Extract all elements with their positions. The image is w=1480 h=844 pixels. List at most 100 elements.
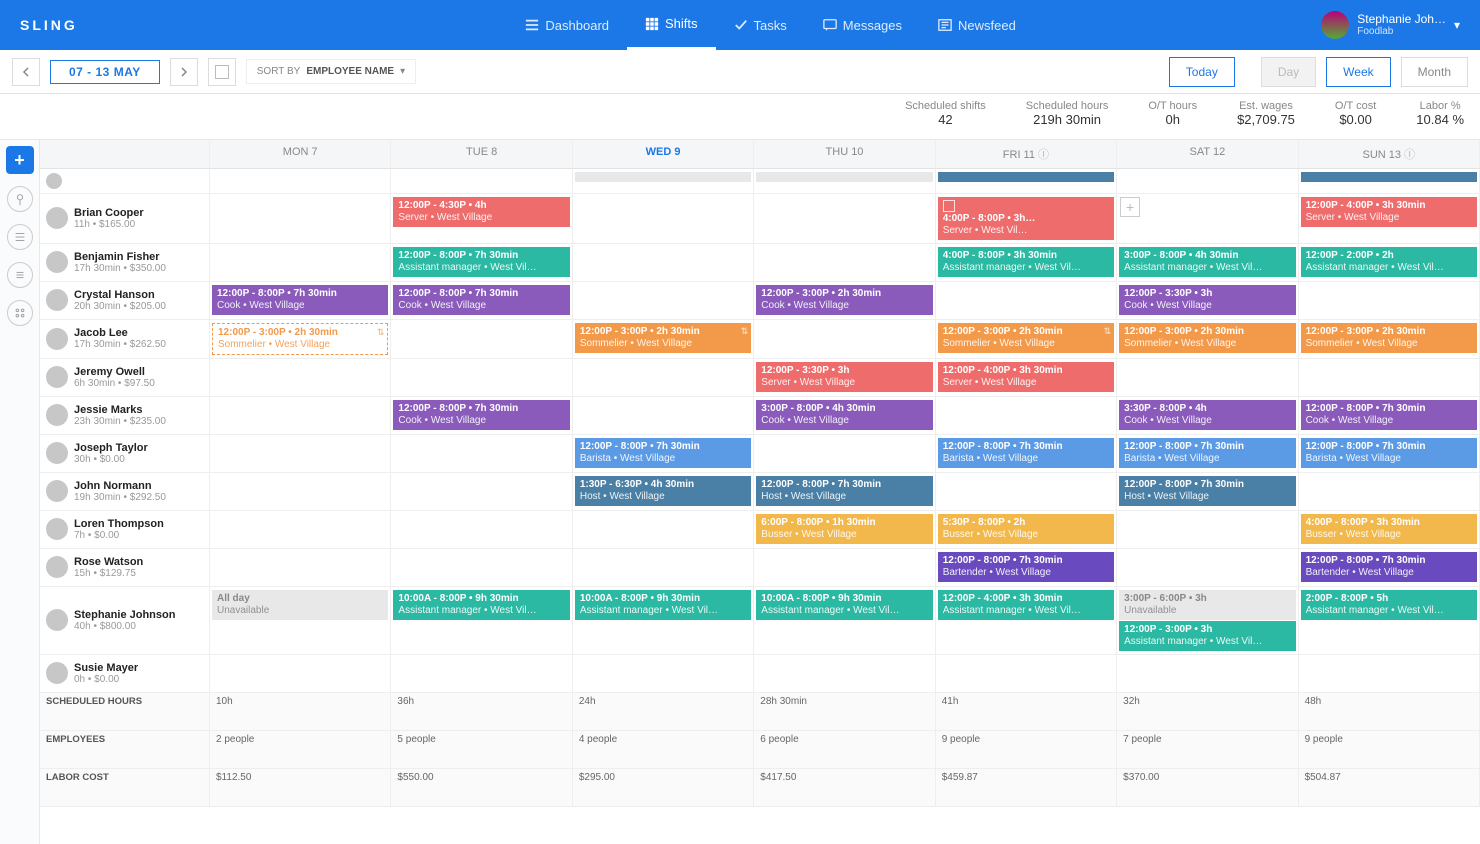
rail-location-icon[interactable] bbox=[7, 186, 33, 212]
shift-block[interactable]: 6:00P - 8:00P • 1h 30minBusser • West Vi… bbox=[756, 514, 932, 544]
employee-10[interactable]: Stephanie Johnson40h • $800.00 bbox=[40, 587, 210, 655]
rail-settings-icon[interactable] bbox=[7, 300, 33, 326]
cell-5-4[interactable] bbox=[936, 397, 1117, 435]
view-month-button[interactable]: Month bbox=[1401, 57, 1468, 87]
cell-10-0[interactable]: All dayUnavailable bbox=[210, 587, 391, 655]
cell-8-4[interactable]: 5:30P - 8:00P • 2hBusser • West Village bbox=[936, 511, 1117, 549]
employee-11[interactable]: Susie Mayer0h • $0.00 bbox=[40, 655, 210, 693]
shift-block[interactable]: 12:00P - 3:00P • 2h 30minSommelier • Wes… bbox=[1119, 323, 1295, 353]
day-header-1[interactable]: TUE 8 bbox=[391, 140, 572, 169]
cell-8-2[interactable] bbox=[573, 511, 754, 549]
shift-block[interactable]: 12:00P - 8:00P • 7h 30minBarista • West … bbox=[1301, 438, 1477, 468]
shift-block[interactable]: 3:00P - 6:00P • 3hUnavailable bbox=[1119, 590, 1295, 620]
cell-2-4[interactable] bbox=[936, 282, 1117, 320]
cell-0-0[interactable] bbox=[210, 194, 391, 244]
cell-7-4[interactable] bbox=[936, 473, 1117, 511]
shift-block[interactable]: 10:00A - 8:00P • 9h 30minAssistant manag… bbox=[575, 590, 751, 620]
shift-block[interactable]: 12:00P - 3:00P • 2h 30minCook • West Vil… bbox=[756, 285, 932, 315]
day-header-5[interactable]: SAT 12 bbox=[1117, 140, 1298, 169]
cell-0-6[interactable]: 12:00P - 4:00P • 3h 30minServer • West V… bbox=[1299, 194, 1480, 244]
shift-block[interactable]: 4:00P - 8:00P • 3h…Server • West Vil… bbox=[938, 197, 1114, 240]
cell-4-1[interactable] bbox=[391, 359, 572, 397]
cell-11-0[interactable] bbox=[210, 655, 391, 693]
shift-block[interactable]: 10:00A - 8:00P • 9h 30minAssistant manag… bbox=[393, 590, 569, 620]
shift-block[interactable]: 12:00P - 3:00P • 2h 30minSommelier • Wes… bbox=[938, 323, 1114, 353]
shift-block[interactable]: 12:00P - 8:00P • 7h 30minCook • West Vil… bbox=[212, 285, 388, 315]
shift-block[interactable]: 12:00P - 8:00P • 7h 30minHost • West Vil… bbox=[756, 476, 932, 506]
cell-8-1[interactable] bbox=[391, 511, 572, 549]
cell-0-1[interactable]: 12:00P - 4:30P • 4hServer • West Village bbox=[391, 194, 572, 244]
cell-8-6[interactable]: 4:00P - 8:00P • 3h 30minBusser • West Vi… bbox=[1299, 511, 1480, 549]
cell-5-1[interactable]: 12:00P - 8:00P • 7h 30minCook • West Vil… bbox=[391, 397, 572, 435]
rail-menu-icon[interactable] bbox=[7, 262, 33, 288]
cell-11-1[interactable] bbox=[391, 655, 572, 693]
cell-10-5[interactable]: 3:00P - 6:00P • 3hUnavailable12:00P - 3:… bbox=[1117, 587, 1298, 655]
shift-block[interactable]: 12:00P - 8:00P • 7h 30minBarista • West … bbox=[575, 438, 751, 468]
cell-10-4[interactable]: 12:00P - 4:00P • 3h 30minAssistant manag… bbox=[936, 587, 1117, 655]
cell-3-6[interactable]: 12:00P - 3:00P • 2h 30minSommelier • Wes… bbox=[1299, 320, 1480, 359]
cell-0-3[interactable] bbox=[754, 194, 935, 244]
prev-week-button[interactable] bbox=[12, 58, 40, 86]
cell-5-5[interactable]: 3:30P - 8:00P • 4hCook • West Village bbox=[1117, 397, 1298, 435]
shift-block[interactable]: 1:30P - 6:30P • 4h 30minHost • West Vill… bbox=[575, 476, 751, 506]
cell-2-2[interactable] bbox=[573, 282, 754, 320]
cell-1-3[interactable] bbox=[754, 244, 935, 282]
shift-block[interactable]: 4:00P - 8:00P • 3h 30minAssistant manage… bbox=[938, 247, 1114, 277]
nav-dashboard[interactable]: Dashboard bbox=[507, 0, 627, 50]
today-button[interactable]: Today bbox=[1169, 57, 1235, 87]
cell-11-4[interactable] bbox=[936, 655, 1117, 693]
cell-3-5[interactable]: 12:00P - 3:00P • 2h 30minSommelier • Wes… bbox=[1117, 320, 1298, 359]
shift-block[interactable]: 12:00P - 8:00P • 7h 30minCook • West Vil… bbox=[393, 285, 569, 315]
shift-block[interactable]: 12:00P - 8:00P • 7h 30minBarista • West … bbox=[1119, 438, 1295, 468]
cell-9-4[interactable]: 12:00P - 8:00P • 7h 30minBartender • Wes… bbox=[936, 549, 1117, 587]
cell-4-6[interactable] bbox=[1299, 359, 1480, 397]
shift-block[interactable]: 3:30P - 8:00P • 4hCook • West Village bbox=[1119, 400, 1295, 430]
add-shift-button[interactable]: + bbox=[6, 146, 34, 174]
cell-5-2[interactable] bbox=[573, 397, 754, 435]
day-header-2[interactable]: WED 9 bbox=[573, 140, 754, 169]
cell-3-2[interactable]: 12:00P - 3:00P • 2h 30minSommelier • Wes… bbox=[573, 320, 754, 359]
cell-8-5[interactable] bbox=[1117, 511, 1298, 549]
view-week-button[interactable]: Week bbox=[1326, 57, 1390, 87]
cell-1-1[interactable]: 12:00P - 8:00P • 7h 30minAssistant manag… bbox=[391, 244, 572, 282]
cell-8-3[interactable]: 6:00P - 8:00P • 1h 30minBusser • West Vi… bbox=[754, 511, 935, 549]
day-header-4[interactable]: FRI 11 bbox=[936, 140, 1117, 169]
employee-0[interactable]: Brian Cooper11h • $165.00 bbox=[40, 194, 210, 244]
cell-11-5[interactable] bbox=[1117, 655, 1298, 693]
cell-9-3[interactable] bbox=[754, 549, 935, 587]
employee-6[interactable]: Joseph Taylor30h • $0.00 bbox=[40, 435, 210, 473]
nav-newsfeed[interactable]: Newsfeed bbox=[920, 0, 1034, 50]
cell-11-3[interactable] bbox=[754, 655, 935, 693]
cell-3-4[interactable]: 12:00P - 3:00P • 2h 30minSommelier • Wes… bbox=[936, 320, 1117, 359]
cell-6-4[interactable]: 12:00P - 8:00P • 7h 30minBarista • West … bbox=[936, 435, 1117, 473]
nav-tasks[interactable]: Tasks bbox=[716, 0, 805, 50]
shift-block[interactable]: 12:00P - 8:00P • 7h 30minHost • West Vil… bbox=[1119, 476, 1295, 506]
cell-4-0[interactable] bbox=[210, 359, 391, 397]
shift-block[interactable]: 12:00P - 3:00P • 2h 30minSommelier • Wes… bbox=[575, 323, 751, 353]
employee-1[interactable]: Benjamin Fisher17h 30min • $350.00 bbox=[40, 244, 210, 282]
cell-7-2[interactable]: 1:30P - 6:30P • 4h 30minHost • West Vill… bbox=[573, 473, 754, 511]
cell-6-0[interactable] bbox=[210, 435, 391, 473]
nav-shifts[interactable]: Shifts bbox=[627, 0, 716, 50]
cell-8-0[interactable] bbox=[210, 511, 391, 549]
date-range[interactable]: 07 - 13 MAY bbox=[50, 60, 160, 84]
employee-4[interactable]: Jeremy Owell6h 30min • $97.50 bbox=[40, 359, 210, 397]
rail-list-icon[interactable] bbox=[7, 224, 33, 250]
cell-7-6[interactable] bbox=[1299, 473, 1480, 511]
cell-9-5[interactable] bbox=[1117, 549, 1298, 587]
shift-block[interactable]: 12:00P - 8:00P • 7h 30minBartender • Wes… bbox=[938, 552, 1114, 582]
cell-10-3[interactable]: 10:00A - 8:00P • 9h 30minAssistant manag… bbox=[754, 587, 935, 655]
shift-block[interactable]: 12:00P - 4:00P • 3h 30minAssistant manag… bbox=[938, 590, 1114, 620]
employee-2[interactable]: Crystal Hanson20h 30min • $205.00 bbox=[40, 282, 210, 320]
shift-block[interactable]: 3:00P - 8:00P • 4h 30minAssistant manage… bbox=[1119, 247, 1295, 277]
shift-block[interactable]: 3:00P - 8:00P • 4h 30minCook • West Vill… bbox=[756, 400, 932, 430]
cell-2-5[interactable]: 12:00P - 3:30P • 3hCook • West Village bbox=[1117, 282, 1298, 320]
cell-11-6[interactable] bbox=[1299, 655, 1480, 693]
cell-0-2[interactable] bbox=[573, 194, 754, 244]
cell-5-3[interactable]: 3:00P - 8:00P • 4h 30minCook • West Vill… bbox=[754, 397, 935, 435]
next-week-button[interactable] bbox=[170, 58, 198, 86]
day-header-6[interactable]: SUN 13 bbox=[1299, 140, 1480, 169]
sort-dropdown[interactable]: SORT BY EMPLOYEE NAME ▾ bbox=[246, 59, 416, 84]
employee-7[interactable]: John Normann19h 30min • $292.50 bbox=[40, 473, 210, 511]
user-menu[interactable]: Stephanie Joh… Foodlab ▾ bbox=[1321, 11, 1460, 39]
